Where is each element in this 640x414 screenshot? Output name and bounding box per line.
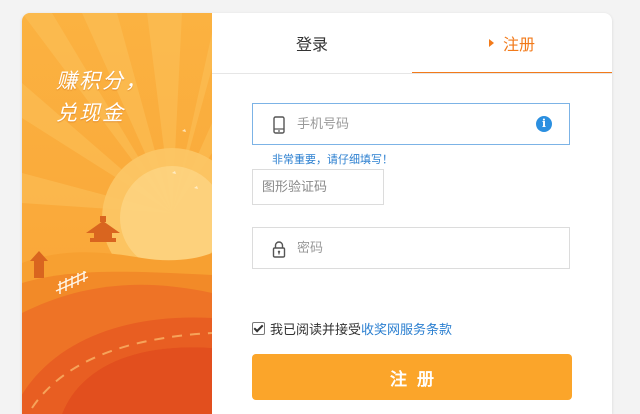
captcha-input[interactable] — [262, 170, 377, 204]
tab-login-label: 登录 — [295, 35, 328, 54]
slogan-line-1: 赚积分， — [56, 69, 148, 93]
agree-text: 我已阅读并接受 — [270, 323, 362, 338]
password-input[interactable] — [297, 228, 527, 268]
mobile-phone-icon — [273, 116, 285, 134]
register-button[interactable]: 注册 — [252, 354, 572, 400]
slogan: 赚积分， 兑现金 — [56, 65, 148, 129]
terms-link[interactable]: 收奖网服务条款 — [361, 319, 452, 338]
agree-checkbox[interactable] — [252, 322, 265, 335]
auth-tabs: 登录 注册 — [212, 13, 612, 74]
captcha-field — [252, 169, 384, 205]
slogan-line-2: 兑现金 — [56, 101, 125, 125]
tab-register[interactable]: 注册 — [412, 13, 612, 73]
phone-field: i — [252, 103, 570, 145]
lock-icon — [272, 241, 286, 258]
phone-input[interactable] — [297, 104, 527, 144]
active-arrow-icon — [488, 38, 494, 47]
register-card: 赚积分， 兑现金 登录 注册 i 非常重要，请仔细填写！ — [22, 13, 612, 414]
promo-banner: 赚积分， 兑现金 — [22, 13, 212, 414]
password-field — [252, 227, 570, 269]
info-icon[interactable]: i — [536, 116, 552, 132]
phone-hint: 非常重要，请仔细填写！ — [272, 153, 393, 166]
tab-register-label: 注册 — [502, 34, 535, 54]
agreement-row: 我已阅读并接受 收奖网服务条款 — [252, 319, 452, 338]
tab-login[interactable]: 登录 — [212, 13, 412, 73]
form-panel: 登录 注册 i 非常重要，请仔细填写！ — [212, 13, 612, 414]
